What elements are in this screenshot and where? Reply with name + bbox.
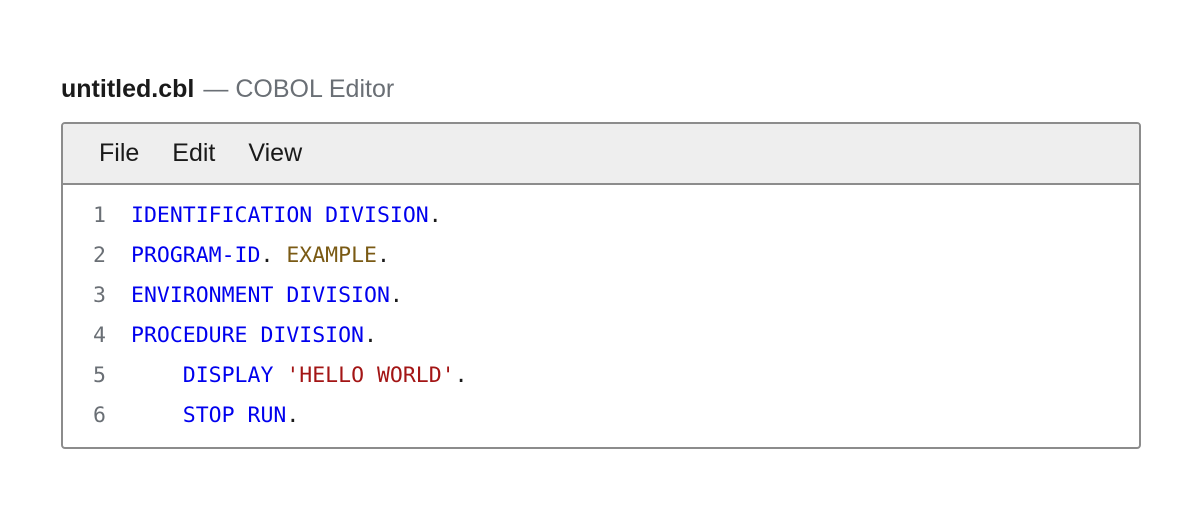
code-text: PROCEDURE DIVISION. xyxy=(131,316,377,356)
code-token-keyword: DISPLAY xyxy=(182,363,274,388)
editor-page: untitled.cbl — COBOL Editor File Edit View… xyxy=(0,0,1200,516)
code-token-punct: . xyxy=(454,363,468,388)
code-text: STOP RUN. xyxy=(131,396,300,436)
code-editor[interactable]: 1 IDENTIFICATION DIVISION. 2 PROGRAM-ID. EX… xyxy=(63,185,1139,436)
code-line[interactable]: 4 PROCEDURE DIVISION. xyxy=(63,316,1139,356)
code-token-punct: . xyxy=(428,203,442,228)
code-token-punct: . xyxy=(389,283,403,308)
menu-bar: File Edit View xyxy=(63,124,1139,185)
code-token-string: 'HELLO WORLD' xyxy=(286,363,455,388)
menu-file[interactable]: File xyxy=(87,135,151,172)
code-token-keyword: STOP RUN xyxy=(182,403,287,428)
editor-window: File Edit View 1 IDENTIFICATION DIVISION.… xyxy=(61,122,1141,449)
line-number: 6 xyxy=(93,403,106,428)
code-text: DISPLAY 'HELLO WORLD'. xyxy=(131,356,468,396)
code-line[interactable]: 1 IDENTIFICATION DIVISION. xyxy=(63,196,1139,236)
line-number: 1 xyxy=(93,203,106,228)
code-text: IDENTIFICATION DIVISION. xyxy=(131,196,442,236)
code-token-punct xyxy=(273,363,286,388)
title-separator: — xyxy=(203,75,229,103)
filename: untitled.cbl xyxy=(61,75,195,103)
code-line[interactable]: 5 DISPLAY 'HELLO WORLD'. xyxy=(63,356,1139,396)
code-token-keyword: IDENTIFICATION DIVISION xyxy=(131,203,429,228)
line-number: 2 xyxy=(93,243,106,268)
code-token-ident: EXAMPLE xyxy=(286,243,377,268)
code-token-punct: . xyxy=(364,323,377,348)
menu-edit[interactable]: Edit xyxy=(160,135,227,172)
line-number: 5 xyxy=(93,363,106,388)
code-token-keyword: PROCEDURE DIVISION xyxy=(131,323,364,348)
code-text: ENVIRONMENT DIVISION. xyxy=(131,276,403,316)
code-token-punct: . xyxy=(260,243,287,268)
line-number: 4 xyxy=(93,323,106,348)
code-text: PROGRAM-ID. EXAMPLE. xyxy=(131,236,390,276)
app-name: COBOL Editor xyxy=(235,75,395,103)
code-token-keyword: PROGRAM-ID xyxy=(131,243,261,268)
code-line[interactable]: 3 ENVIRONMENT DIVISION. xyxy=(63,276,1139,316)
menu-view[interactable]: View xyxy=(236,135,314,172)
code-line[interactable]: 2 PROGRAM-ID. EXAMPLE. xyxy=(63,236,1139,276)
code-token-keyword: ENVIRONMENT DIVISION xyxy=(131,283,390,308)
code-token-punct: . xyxy=(286,403,300,428)
code-token-punct: . xyxy=(376,243,390,268)
window-title: untitled.cbl — COBOL Editor xyxy=(61,72,394,106)
line-number: 3 xyxy=(93,283,106,308)
code-line[interactable]: 6 STOP RUN. xyxy=(63,396,1139,436)
